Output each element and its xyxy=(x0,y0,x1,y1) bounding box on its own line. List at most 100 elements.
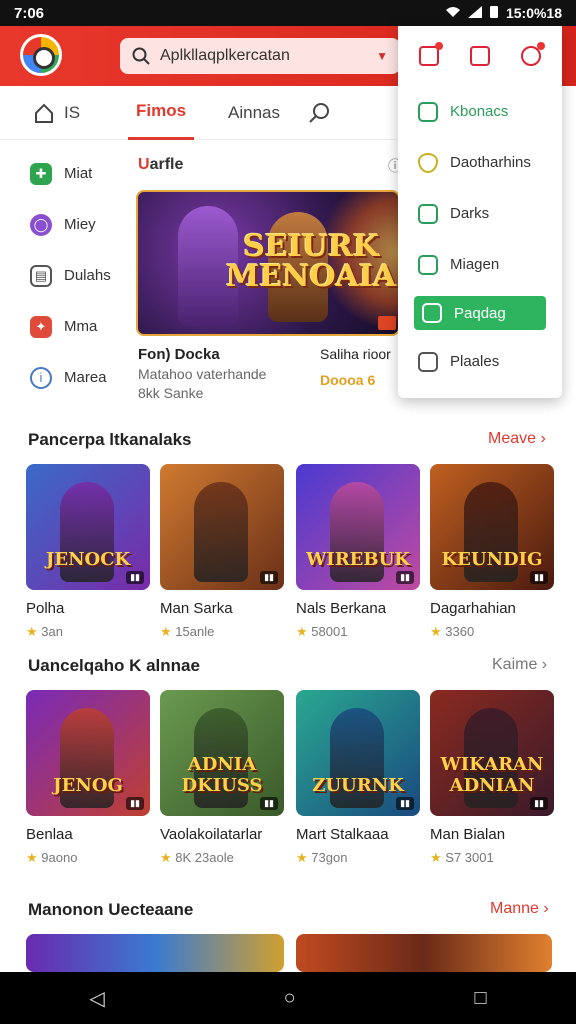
featured-banner[interactable]: SEIURK MENOAIA xyxy=(136,190,400,336)
star-icon: ★ xyxy=(430,624,442,639)
profile-icon[interactable] xyxy=(520,42,545,66)
see-more-label: Meave xyxy=(488,430,537,447)
card-meta: ★ 3an xyxy=(26,624,63,640)
game-card[interactable]: ▮▮ xyxy=(160,464,284,590)
battery-text: 15:0%18 xyxy=(505,5,562,21)
recents-icon[interactable]: □ xyxy=(474,987,486,1010)
menu-item-miagen[interactable]: Miagen xyxy=(398,239,562,290)
menu-item-kbonacs[interactable]: Kbonacs xyxy=(398,86,562,137)
see-more-link[interactable]: Kaime › xyxy=(492,656,547,674)
sidebar-item-marea[interactable]: i Marea xyxy=(30,352,130,403)
search-icon xyxy=(132,47,150,65)
menu-item-plaales[interactable]: Plaales xyxy=(398,336,562,387)
card-meta-value: 9aono xyxy=(41,850,78,865)
tab-search[interactable] xyxy=(308,86,330,140)
tab-ainnas[interactable]: Ainnas xyxy=(228,86,280,140)
card-badge: ▮▮ xyxy=(126,571,144,584)
star-icon: ★ xyxy=(26,850,38,865)
game-card-partial[interactable] xyxy=(26,934,284,972)
card-meta-value: S7 3001 xyxy=(445,850,494,865)
puzzle-icon: ✚ xyxy=(30,162,52,185)
sidebar-item-miey[interactable]: ◯ Miey xyxy=(30,199,130,250)
featured-card2-rating: Doooa 6 xyxy=(320,372,376,388)
menu-item-label: Kbonacs xyxy=(450,103,509,120)
home-button-icon[interactable]: ○ xyxy=(284,987,296,1010)
card-name: Polha xyxy=(26,600,65,617)
card-meta-value: 73gon xyxy=(311,850,348,865)
menu-item-paqdag[interactable]: Paqdag xyxy=(414,296,546,330)
game-card-partial[interactable] xyxy=(296,934,552,972)
game-card[interactable]: JENOCK ▮▮ xyxy=(26,464,150,590)
featured-title-rest: arfle xyxy=(149,156,184,173)
circle-icon: ◯ xyxy=(30,213,52,236)
tab-fimos[interactable]: Fimos xyxy=(128,86,194,140)
card-art-title: WIREBUK xyxy=(306,549,410,570)
featured-card1-caption[interactable]: Fon) Docka Matahoo vaterhande 8kk Sanke xyxy=(138,346,266,401)
star-icon: ★ xyxy=(296,624,308,639)
featured-card2-caption[interactable]: Saliha rioor Doooa 6 xyxy=(320,346,391,388)
featured-card1-name: Fon) Docka xyxy=(138,346,220,363)
sidebar: ✚ Miat ◯ Miey ▤ Dulahs ✦ Mma i Marea xyxy=(30,148,130,403)
game-card[interactable]: KEUNDIG ▮▮ xyxy=(430,464,554,590)
menu-item-label: Miagen xyxy=(450,256,500,273)
featured-title: Uarfle xyxy=(138,156,183,174)
dropdown-menu: Kbonacs Daotharhins Darks Miagen Paqdag … xyxy=(398,26,562,398)
game-card[interactable]: ADNIA DKIUSS ▮▮ xyxy=(160,690,284,816)
featured-card1-sub1: Matahoo vaterhande xyxy=(138,366,267,382)
signal-icon xyxy=(467,5,482,21)
search-bar[interactable]: Aplkllaqplkercatan ▼ xyxy=(120,38,400,74)
card-name: Man Bialan xyxy=(430,826,506,843)
bookmark-icon[interactable] xyxy=(469,46,490,66)
sidebar-item-miat[interactable]: ✚ Miat xyxy=(30,148,130,199)
card-name: Man Sarka xyxy=(160,600,233,617)
store-icon xyxy=(418,351,438,372)
chevron-down-icon[interactable]: ▼ xyxy=(376,49,388,63)
star-icon: ★ xyxy=(160,624,172,639)
menu-item-darks[interactable]: Darks xyxy=(398,188,562,239)
status-time: 7:06 xyxy=(14,4,45,22)
game-card[interactable]: JENOG ▮▮ xyxy=(26,690,150,816)
back-icon[interactable]: ◁ xyxy=(89,986,104,1011)
sidebar-item-label: Marea xyxy=(64,369,107,386)
book-icon: ▤ xyxy=(30,264,52,287)
banner-title-line1: SEIURK xyxy=(243,229,379,264)
gamepad-icon: ✦ xyxy=(30,315,52,338)
card-art-title: JENOG xyxy=(53,775,123,796)
see-more-link[interactable]: Meave › xyxy=(488,430,546,448)
card-art-title: ZUURNK xyxy=(312,775,404,796)
section-title: Manonon Uecteaane xyxy=(28,900,194,919)
app-logo[interactable] xyxy=(20,34,62,76)
see-more-label: Manne xyxy=(490,900,539,917)
card-art-title: JENOCK xyxy=(45,549,131,570)
section-title: Uancelqaho K alnnae xyxy=(28,656,200,675)
card-meta: ★ S7 3001 xyxy=(430,850,494,866)
card-name: Nals Berkana xyxy=(296,600,387,617)
card-meta-value: 8K 23aole xyxy=(175,850,234,865)
dropdown-header-icons xyxy=(398,26,562,86)
star-icon: ★ xyxy=(160,850,172,865)
menu-item-daotharhins[interactable]: Daotharhins xyxy=(398,137,562,188)
shield-icon xyxy=(418,152,438,173)
sidebar-item-label: Miat xyxy=(64,165,93,182)
status-right: 15:0%18 xyxy=(445,5,562,21)
sidebar-item-dulahs[interactable]: ▤ Dulahs xyxy=(30,250,130,301)
see-more-link[interactable]: Manne › xyxy=(490,900,549,918)
card-badge: ▮▮ xyxy=(530,571,548,584)
tab-home[interactable]: IS xyxy=(34,86,124,140)
status-bar: 7:06 15:0%18 xyxy=(0,0,576,26)
game-card[interactable]: WIREBUK ▮▮ xyxy=(296,464,420,590)
game-card[interactable]: ZUURNK ▮▮ xyxy=(296,690,420,816)
tab-bar: IS Fimos Ainnas xyxy=(0,86,400,140)
square-icon xyxy=(418,254,438,275)
card-meta-value: 15anle xyxy=(175,624,215,639)
star-icon: ★ xyxy=(296,850,308,865)
battery-icon xyxy=(489,5,498,21)
card-meta: ★ 58001 xyxy=(296,624,347,640)
card-art-title: KEUNDIG xyxy=(441,549,543,570)
notification-icon[interactable] xyxy=(419,42,444,66)
game-card[interactable]: WIKARAN ADNIAN ▮▮ xyxy=(430,690,554,816)
menu-item-label: Daotharhins xyxy=(450,154,531,171)
star-icon: ★ xyxy=(430,850,442,865)
card-name: Dagarhahian xyxy=(430,600,516,617)
sidebar-item-mma[interactable]: ✦ Mma xyxy=(30,301,130,352)
